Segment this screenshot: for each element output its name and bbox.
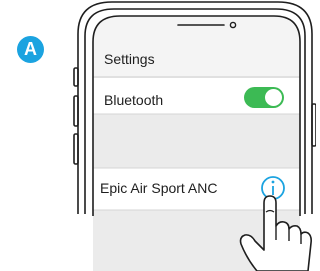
bluetooth-toggle[interactable] xyxy=(244,87,284,108)
device-name[interactable]: Epic Air Sport ANC xyxy=(100,180,218,196)
settings-title: Settings xyxy=(104,51,155,67)
toggle-knob xyxy=(265,89,282,106)
phone-illustration xyxy=(73,1,316,271)
bluetooth-label: Bluetooth xyxy=(104,92,164,108)
